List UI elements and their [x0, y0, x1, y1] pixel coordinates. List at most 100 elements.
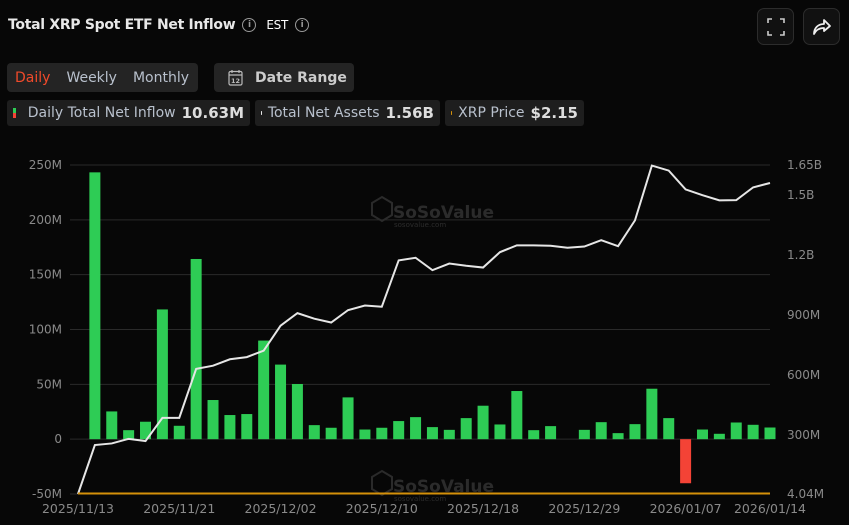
timezone-label: EST [266, 18, 289, 32]
inflow-bar [612, 433, 624, 440]
sosovalue-logo-icon [371, 195, 393, 223]
share-icon [812, 18, 831, 35]
inflow-bar [460, 418, 472, 440]
svg-text:SoSoValue: SoSoValue [393, 477, 494, 497]
xrp-price-swatch-icon [451, 111, 453, 115]
inflow-bar [258, 340, 270, 440]
svg-text:SoSoValue: SoSoValue [393, 203, 494, 223]
inflow-bar [696, 429, 708, 440]
svg-text:sosovalue.com: sosovalue.com [394, 495, 446, 503]
legend-label: XRP Price [458, 105, 525, 121]
legend-value: $2.15 [530, 104, 578, 122]
legend-net-assets[interactable]: Total Net Assets 1.56B [255, 100, 440, 126]
x-axis-tick: 2025/12/29 [548, 501, 620, 516]
right-axis-tick: 300M [787, 428, 820, 442]
inflow-bar [477, 405, 489, 440]
right-axis-tick: 4.04M [787, 487, 824, 501]
x-axis-tick: 2025/12/18 [447, 501, 519, 516]
inflow-bar [359, 429, 371, 440]
inflow-bar [578, 429, 590, 440]
x-axis-tick: 2026/01/14 [734, 501, 806, 516]
info-icon[interactable]: i [242, 18, 257, 32]
left-axis-tick: -50M [32, 487, 62, 501]
date-range-button[interactable]: 12 Date Range [214, 63, 354, 92]
inflow-bar [156, 309, 168, 440]
inflow-bar [140, 421, 152, 440]
inflow-bar [342, 397, 354, 440]
inflow-swatch-icon [13, 108, 16, 118]
x-axis-tick: 2025/12/02 [245, 501, 317, 516]
right-axis-tick: 1.65B [787, 158, 822, 172]
x-axis-tick: 2025/11/21 [143, 501, 215, 516]
inflow-bar [713, 433, 725, 440]
inflow-bar [443, 429, 455, 440]
interval-tabs: Daily Weekly Monthly [7, 63, 198, 92]
inflow-bar [663, 418, 675, 440]
inflow-bar [528, 430, 540, 440]
inflow-bar [494, 424, 506, 440]
fullscreen-button[interactable] [757, 8, 794, 45]
inflow-bar [764, 427, 776, 440]
x-axis-tick: 2025/12/10 [346, 501, 418, 516]
legend-value: 10.63M [181, 104, 244, 122]
fullscreen-icon [766, 17, 785, 36]
inflow-bar [325, 427, 337, 440]
timezone-info-icon[interactable]: i [295, 18, 310, 32]
inflow-bar [511, 391, 523, 440]
svg-text:12: 12 [231, 77, 240, 85]
inflow-bar [89, 172, 101, 440]
tab-weekly[interactable]: Weekly [58, 70, 125, 86]
right-axis-tick: 1.5B [787, 188, 814, 202]
chart-title: Total XRP Spot ETF Net Inflow i EST i [8, 17, 310, 33]
inflow-bar [393, 421, 405, 440]
legend-label: Total Net Assets [267, 105, 380, 121]
inflow-bar [376, 427, 388, 440]
net-assets-line [77, 164, 771, 495]
inflow-bar [629, 424, 641, 440]
inflow-bar [123, 430, 135, 440]
inflow-bar [190, 258, 202, 440]
inflow-bar [730, 422, 742, 440]
x-axis-tick: 2025/11/13 [42, 501, 114, 516]
calendar-icon: 12 [228, 70, 243, 86]
tab-monthly[interactable]: Monthly [125, 70, 197, 86]
title-text: Total XRP Spot ETF Net Inflow [8, 17, 236, 33]
inflow-bar [747, 424, 759, 440]
left-axis-tick: 0 [54, 432, 62, 446]
inflow-bar [426, 427, 438, 440]
watermark-center: SoSoValue sosovalue.com [371, 195, 494, 229]
inflow-bar [646, 388, 658, 440]
watermark-bottom: SoSoValue sosovalue.com [371, 469, 494, 503]
net-assets-swatch-icon [261, 111, 262, 115]
inflow-bar [275, 364, 287, 440]
date-range-label: Date Range [255, 69, 347, 86]
left-axis-tick: 150M [29, 268, 62, 282]
inflow-bar [224, 415, 236, 440]
left-axis-tick: 100M [29, 323, 62, 337]
legend-value: 1.56B [385, 104, 434, 122]
left-axis-tick: 250M [29, 158, 62, 172]
x-axis-tick: 2026/01/07 [650, 501, 722, 516]
inflow-bar [410, 417, 422, 440]
inflow-bar [207, 400, 219, 440]
tab-daily[interactable]: Daily [7, 70, 58, 86]
left-axis-tick: 200M [29, 213, 62, 227]
inflow-bar [291, 384, 303, 440]
inflow-bar [545, 426, 557, 440]
share-button[interactable] [803, 8, 840, 45]
right-axis-tick: 900M [787, 308, 820, 322]
left-axis-tick: 50M [36, 377, 62, 391]
right-axis-tick: 1.2B [787, 248, 814, 262]
right-axis-tick: 600M [787, 368, 820, 382]
inflow-bar [173, 425, 185, 440]
sosovalue-logo-icon [371, 469, 393, 497]
inflow-bar [595, 422, 607, 440]
inflow-bar [680, 439, 692, 484]
legend-daily-inflow[interactable]: Daily Total Net Inflow 10.63M [7, 100, 250, 126]
svg-text:sosovalue.com: sosovalue.com [394, 221, 446, 229]
inflow-bar [106, 411, 118, 440]
inflow-bar [241, 414, 253, 440]
inflow-bar [308, 425, 320, 440]
legend-label: Daily Total Net Inflow [27, 105, 176, 121]
legend-xrp-price[interactable]: XRP Price $2.15 [445, 100, 584, 126]
